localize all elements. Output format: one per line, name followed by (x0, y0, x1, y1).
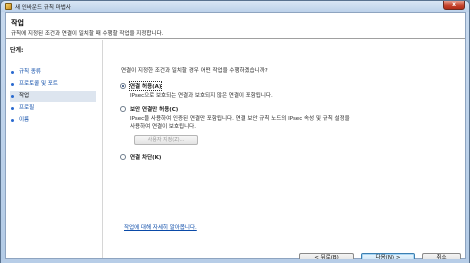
step-bullet-icon (11, 83, 14, 86)
page-header: 작업 규칙에 지정된 조건과 연결이 일치할 때 수행할 작업을 지정합니다. (6, 13, 465, 39)
allow-description: IPsec으로 보호되는 연결과 보호되지 않은 연결이 포함됩니다. (130, 93, 273, 99)
step-bullet-icon (11, 119, 14, 122)
step-profile[interactable]: 프로필 (10, 103, 96, 114)
firewall-app-icon (5, 3, 12, 10)
step-name[interactable]: 이름 (10, 115, 96, 126)
step-action[interactable]: 작업 (10, 91, 96, 102)
wizard-window: 새 인바운드 규칙 마법사 x 작업 규칙에 지정된 조건과 연결이 일치할 때… (0, 0, 470, 263)
title-bar[interactable]: 새 인바운드 규칙 마법사 x (1, 1, 469, 12)
wizard-content: 작업 규칙에 지정된 조건과 연결이 일치할 때 수행할 작업을 지정합니다. … (5, 12, 466, 263)
block-label[interactable]: 연결 차단(K) (130, 153, 161, 161)
step-rule-type[interactable]: 규칙 종류 (10, 67, 96, 78)
step-bullet-icon (11, 107, 14, 110)
customize-button[interactable]: 사용자 지정(Z)... (134, 135, 198, 145)
option-allow-connection[interactable]: 연결 허용(A) IPsec으로 보호되는 연결과 보호되지 않은 연결이 포함… (120, 81, 450, 102)
step-label: 이름 (19, 117, 30, 123)
action-panel: 연결이 지정한 조건과 일치할 경우 어떤 작업을 수행하겠습니까? 연결 허용… (103, 40, 465, 263)
block-radio[interactable] (120, 154, 126, 160)
steps-panel: 단계: 규칙 종류 프로토콜 및 포트 작업 프로필 이름 (6, 40, 99, 258)
help-link[interactable]: 작업에 대해 자세히 알아봅니다. (124, 223, 197, 231)
steps-heading: 단계: (10, 47, 24, 54)
step-label: 작업 (19, 93, 30, 99)
step-label: 규칙 종류 (19, 69, 41, 75)
option-block-connection[interactable]: 연결 차단(K) (120, 153, 450, 163)
step-label: 프로필 (19, 105, 35, 111)
option-allow-secure[interactable]: 보안 연결만 허용(C) IPsec을 사용하여 인증된 연결만 포함됩니다. … (120, 105, 450, 133)
action-question: 연결이 지정한 조건과 일치할 경우 어떤 작업을 수행하겠습니까? (121, 68, 268, 74)
page-subtitle: 규칙에 지정된 조건과 연결이 일치할 때 수행할 작업을 지정합니다. (11, 31, 164, 37)
step-bullet-icon (11, 95, 14, 98)
secure-description-line1: IPsec을 사용하여 인증된 연결만 포함됩니다. 연결 보안 규칙 노드의 … (130, 116, 350, 122)
window-bottom-edge (1, 259, 469, 263)
secure-radio[interactable] (120, 106, 126, 112)
step-bullet-icon (11, 71, 14, 74)
window-title: 새 인바운드 규칙 마법사 (15, 5, 71, 11)
close-button[interactable]: x (443, 1, 465, 10)
secure-label[interactable]: 보안 연결만 허용(C) (130, 105, 178, 113)
step-label: 프로토콜 및 포트 (19, 81, 58, 87)
page-title: 작업 (11, 19, 24, 27)
step-protocol-port[interactable]: 프로토콜 및 포트 (10, 79, 96, 90)
secure-description-line2: 사용하여 연결이 보호됩니다. (130, 124, 196, 130)
allow-radio[interactable] (120, 83, 126, 89)
allow-label[interactable]: 연결 허용(A) (128, 81, 163, 91)
